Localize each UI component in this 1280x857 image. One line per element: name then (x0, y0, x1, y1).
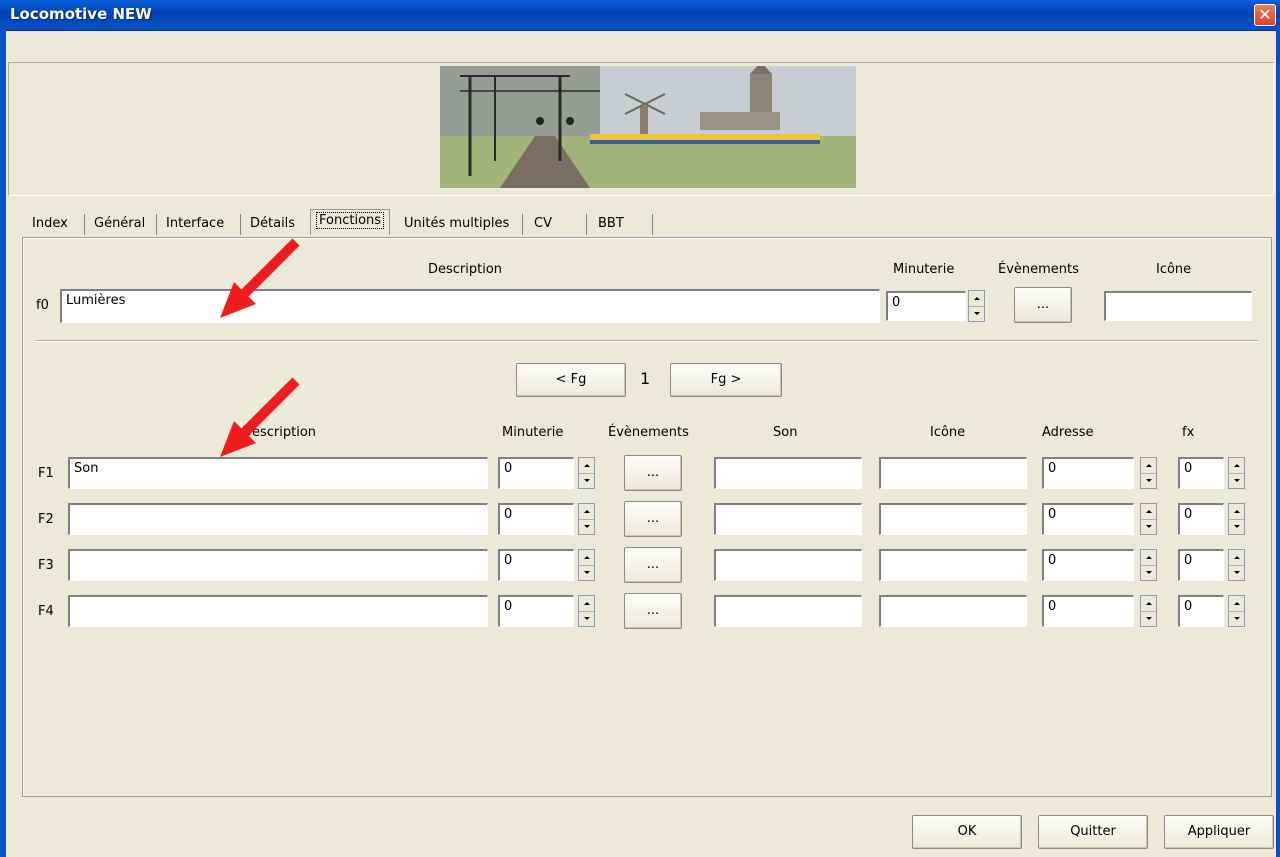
f0-events-button[interactable]: ... (1014, 287, 1072, 323)
tab-cv[interactable]: CV (528, 211, 558, 236)
function-fx-spinner[interactable] (1228, 549, 1245, 581)
function-minuterie-spinner[interactable] (578, 595, 595, 627)
locomotive-banner-image (440, 66, 856, 188)
page-number: 1 (640, 369, 651, 388)
function-description-input[interactable] (68, 549, 488, 581)
tab-separator (84, 214, 85, 235)
prev-group-button[interactable]: < Fg (516, 363, 626, 397)
function-label: F2 (38, 512, 54, 527)
evenements-header: Évènements (608, 425, 689, 440)
function-minuterie-spinner[interactable] (578, 457, 595, 489)
close-button[interactable]: ✕ (1254, 4, 1276, 26)
function-adresse-input[interactable]: 0 (1042, 595, 1134, 627)
function-icone-input[interactable] (879, 503, 1027, 535)
function-icone-input[interactable] (879, 457, 1027, 489)
function-label: F1 (38, 466, 54, 481)
function-adresse-spinner[interactable] (1140, 503, 1157, 535)
function-adresse-input[interactable]: 0 (1042, 549, 1134, 581)
annotation-arrow-icon (220, 377, 300, 457)
tab-separator (652, 214, 653, 235)
function-adresse-input[interactable]: 0 (1042, 457, 1134, 489)
tab-unites-multiples[interactable]: Unités multiples (398, 211, 515, 236)
title-bar[interactable] (0, 0, 1280, 31)
function-fx-spinner[interactable] (1228, 595, 1245, 627)
fx-header: fx (1182, 425, 1195, 440)
function-adresse-spinner[interactable] (1140, 549, 1157, 581)
tab-fonctions[interactable]: Fonctions (310, 209, 391, 235)
function-adresse-spinner[interactable] (1140, 595, 1157, 627)
function-description-input[interactable]: Son (68, 457, 488, 489)
son-header: Son (773, 425, 798, 440)
tab-bbt[interactable]: BBT (592, 211, 630, 236)
function-son-input[interactable] (714, 549, 862, 581)
function-son-input[interactable] (714, 457, 862, 489)
function-minuterie-spinner[interactable] (578, 503, 595, 535)
section-divider (36, 340, 1258, 342)
next-group-button[interactable]: Fg > (670, 363, 782, 397)
function-label: F3 (38, 558, 54, 573)
f0-minuterie-input[interactable]: 0 (886, 291, 966, 321)
window-title: Locomotive NEW (10, 5, 152, 23)
function-description-input[interactable] (68, 503, 488, 535)
function-minuterie-input[interactable]: 0 (498, 503, 574, 535)
tab-separator (156, 214, 157, 235)
function-icone-input[interactable] (879, 595, 1027, 627)
function-label: F4 (38, 604, 54, 619)
adresse-header: Adresse (1042, 425, 1094, 440)
function-son-input[interactable] (714, 595, 862, 627)
tab-separator (586, 214, 587, 235)
function-events-button[interactable]: ... (624, 501, 682, 537)
function-events-button[interactable]: ... (624, 455, 682, 491)
function-son-input[interactable] (714, 503, 862, 535)
tab-separator (522, 214, 523, 235)
function-minuterie-input[interactable]: 0 (498, 595, 574, 627)
tab-index[interactable]: Index (26, 211, 74, 236)
function-fx-spinner[interactable] (1228, 457, 1245, 489)
tab-general[interactable]: Général (88, 211, 151, 236)
function-adresse-spinner[interactable] (1140, 457, 1157, 489)
f0-icone-input[interactable] (1104, 291, 1252, 321)
minuterie-header: Minuterie (502, 425, 564, 440)
f0-evenements-header: Évènements (998, 262, 1079, 277)
tab-interface[interactable]: Interface (160, 211, 230, 236)
function-adresse-input[interactable]: 0 (1042, 503, 1134, 535)
function-events-button[interactable]: ... (624, 593, 682, 629)
function-minuterie-spinner[interactable] (578, 549, 595, 581)
icone-header: Icône (930, 425, 966, 440)
function-fx-spinner[interactable] (1228, 503, 1245, 535)
quit-button[interactable]: Quitter (1038, 815, 1148, 849)
f0-icone-header: Icône (1156, 262, 1192, 277)
ok-button[interactable]: OK (912, 815, 1022, 849)
function-icone-input[interactable] (879, 549, 1027, 581)
f0-minuterie-spinner[interactable] (968, 290, 985, 322)
annotation-arrow-icon (220, 238, 300, 318)
tab-details[interactable]: Détails (244, 211, 301, 236)
window-frame-right (1276, 30, 1280, 857)
function-fx-input[interactable]: 0 (1178, 457, 1224, 489)
apply-button[interactable]: Appliquer (1164, 815, 1274, 849)
function-fx-input[interactable]: 0 (1178, 595, 1224, 627)
tab-separator (240, 214, 241, 235)
window-frame-left (0, 30, 6, 857)
function-description-input[interactable] (68, 595, 488, 627)
f0-description-header: Description (428, 262, 503, 277)
f0-minuterie-header: Minuterie (893, 262, 955, 277)
function-minuterie-input[interactable]: 0 (498, 457, 574, 489)
f0-label: f0 (36, 298, 49, 313)
tab-fonctions-label: Fonctions (315, 212, 385, 229)
function-events-button[interactable]: ... (624, 547, 682, 583)
function-fx-input[interactable]: 0 (1178, 549, 1224, 581)
function-minuterie-input[interactable]: 0 (498, 549, 574, 581)
function-fx-input[interactable]: 0 (1178, 503, 1224, 535)
f0-description-input[interactable]: Lumières (60, 289, 880, 323)
